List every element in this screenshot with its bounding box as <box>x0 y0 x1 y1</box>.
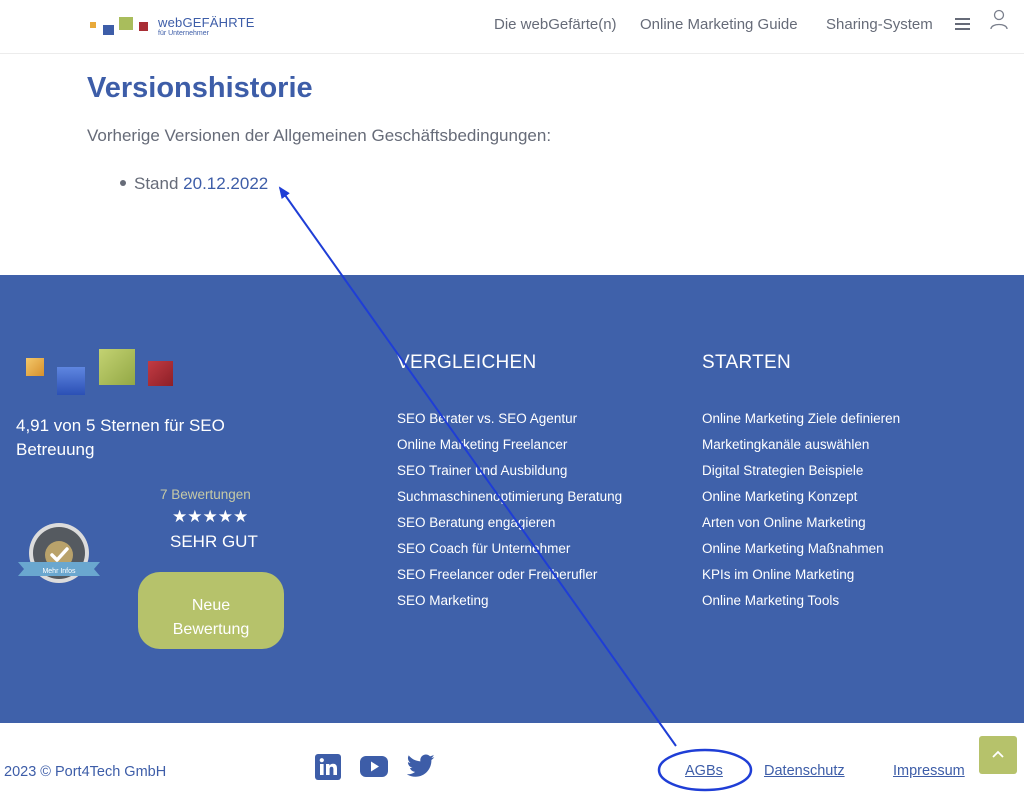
site-header: webGEFÄHRTE für Unternehmer Die webGefär… <box>0 0 1024 54</box>
logo-title: webGEFÄHRTE <box>158 15 255 30</box>
rating-text: 4,91 von 5 Sternen für SEO Betreuung <box>16 416 225 459</box>
new-review-label-line2: Bewertung <box>172 620 250 638</box>
footer-logo <box>26 349 176 399</box>
footer-link[interactable]: Online Marketing Maßnahmen <box>702 536 900 562</box>
footer-link[interactable]: Online Marketing Ziele definieren <box>702 406 900 432</box>
footer-logo-square-blue <box>57 367 85 395</box>
agbs-link[interactable]: AGBs <box>685 763 723 779</box>
footer-link[interactable]: SEO Trainer und Ausbildung <box>397 458 622 484</box>
logo-square-blue <box>103 25 114 35</box>
footer-logo-square-green <box>99 349 135 385</box>
menu-icon[interactable] <box>955 18 970 30</box>
scroll-to-top-button[interactable] <box>979 736 1017 774</box>
footer-links-starten: Online Marketing Ziele definieren Market… <box>702 406 900 614</box>
datenschutz-link[interactable]: Datenschutz <box>764 763 845 779</box>
version-list-item: Stand 20.12.2022 <box>120 174 268 194</box>
site-logo[interactable]: webGEFÄHRTE für Unternehmer <box>90 14 260 40</box>
logo-subtitle: für Unternehmer <box>158 30 209 37</box>
impressum-link[interactable]: Impressum <box>893 763 965 779</box>
footer-link[interactable]: Arten von Online Marketing <box>702 510 900 536</box>
copyright: 2023 © Port4Tech GmbH <box>4 764 167 780</box>
logo-square-red <box>139 22 148 31</box>
footer-link[interactable]: Online Marketing Tools <box>702 588 900 614</box>
youtube-icon[interactable] <box>360 756 388 777</box>
intro-text: Vorherige Versionen der Allgemeinen Gesc… <box>87 126 552 145</box>
footer-link[interactable]: Suchmaschinenoptimierung Beratung <box>397 484 622 510</box>
footer-link[interactable]: Online Marketing Freelancer <box>397 432 622 458</box>
nav-item-webgefaerten[interactable]: Die webGefärte(n) <box>494 16 617 33</box>
footer-logo-square-red <box>148 361 173 386</box>
page-title: Versionshistorie <box>87 72 313 104</box>
footer-link[interactable]: Marketingkanäle auswählen <box>702 432 900 458</box>
linkedin-icon[interactable] <box>315 754 341 780</box>
new-review-label-line1: Neue <box>191 596 231 614</box>
logo-square-orange <box>90 22 96 28</box>
footer-link[interactable]: SEO Beratung engagieren <box>397 510 622 536</box>
new-review-button[interactable]: Neue Bewertung <box>138 572 284 649</box>
footer-link[interactable]: Online Marketing Konzept <box>702 484 900 510</box>
nav-item-online-marketing-guide[interactable]: Online Marketing Guide <box>640 16 798 33</box>
footer-link[interactable]: SEO Coach für Unternehmer <box>397 536 622 562</box>
badge-label: Mehr Infos <box>42 568 76 575</box>
footer-links-vergleichen: SEO Berater vs. SEO Agentur Online Marke… <box>397 406 622 614</box>
rating-verdict: SEHR GUT <box>170 532 258 551</box>
version-prefix: Stand <box>134 174 184 193</box>
footer-heading-vergleichen: VERGLEICHEN <box>397 352 537 373</box>
footer-logo-square-orange <box>26 358 44 376</box>
footer-link[interactable]: KPIs im Online Marketing <box>702 562 900 588</box>
footer-link[interactable]: SEO Freelancer oder Freiberufler <box>397 562 622 588</box>
bottom-bar: 2023 © Port4Tech GmbH AGBs Datenschutz I… <box>0 723 1024 796</box>
rating-stars: ★★★★★ <box>172 507 249 526</box>
provenexpert-badge-icon[interactable]: Mehr Infos <box>16 522 102 586</box>
user-icon[interactable] <box>989 9 1009 31</box>
chevron-up-icon <box>992 750 1004 758</box>
footer-link[interactable]: SEO Marketing <box>397 588 622 614</box>
logo-square-green <box>119 17 133 30</box>
footer-link[interactable]: Digital Strategien Beispiele <box>702 458 900 484</box>
footer-heading-starten: STARTEN <box>702 352 792 373</box>
bullet <box>120 179 126 186</box>
version-link[interactable]: 20.12.2022 <box>183 174 268 193</box>
reviews-count[interactable]: 7 Bewertungen <box>160 487 251 502</box>
site-footer: 4,91 von 5 Sternen für SEO Betreuung 7 B… <box>0 275 1024 723</box>
footer-link[interactable]: SEO Berater vs. SEO Agentur <box>397 406 622 432</box>
twitter-icon[interactable] <box>407 754 435 778</box>
nav-item-sharing-system[interactable]: Sharing-System <box>826 16 933 33</box>
